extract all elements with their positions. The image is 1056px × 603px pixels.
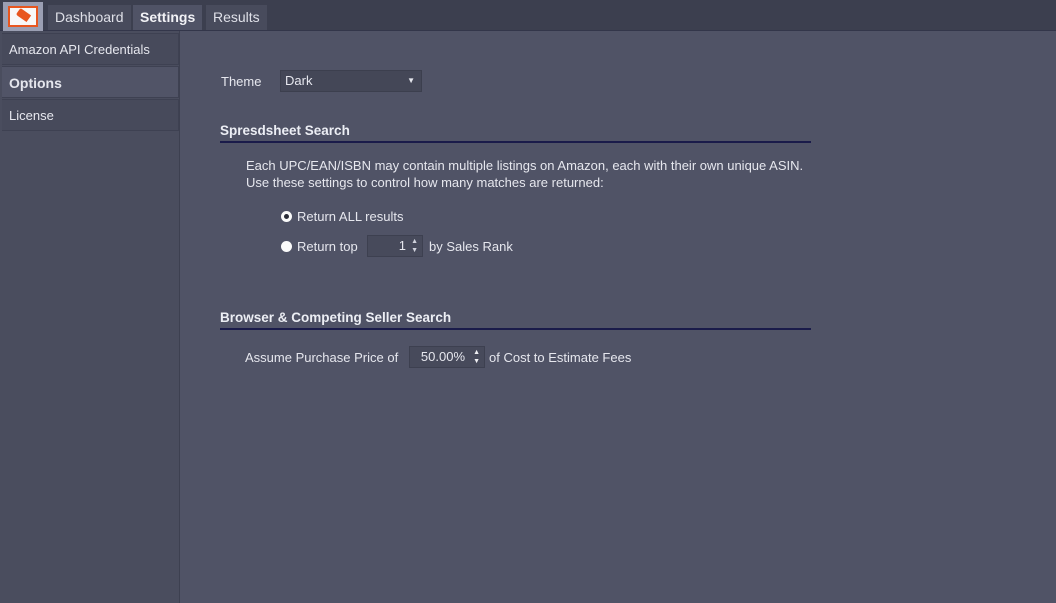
spreadsheet-description-line2: Use these settings to control how many m… — [246, 175, 604, 190]
return-all-radio[interactable] — [281, 211, 292, 222]
spinner-arrows-icon[interactable]: ▲ ▼ — [473, 348, 480, 366]
tab-results[interactable]: Results — [206, 5, 267, 30]
section-divider — [220, 141, 811, 143]
tab-settings[interactable]: Settings — [133, 5, 203, 30]
return-top-label[interactable]: Return top — [297, 239, 358, 254]
sidebar-item-options[interactable]: Options — [2, 66, 179, 98]
top-count-value: 1 — [398, 238, 406, 253]
price-tag-icon — [8, 6, 38, 27]
theme-label: Theme — [221, 74, 262, 89]
app-logo[interactable] — [3, 2, 43, 31]
purchase-price-spinner[interactable]: 50.00% ▲ ▼ — [409, 346, 485, 368]
top-count-spinner[interactable]: 1 ▲ ▼ — [367, 235, 423, 257]
spinner-arrows-icon[interactable]: ▲ ▼ — [411, 237, 418, 255]
settings-sidebar: Amazon API Credentials Options License — [0, 31, 180, 603]
spreadsheet-search-heading: Spresdsheet Search — [220, 123, 350, 138]
dropdown-arrow-icon: ▼ — [407, 76, 415, 85]
return-top-radio[interactable] — [281, 241, 292, 252]
sales-rank-label: by Sales Rank — [429, 239, 513, 254]
browser-search-heading: Browser & Competing Seller Search — [220, 310, 452, 325]
purchase-price-label: Assume Purchase Price of — [245, 350, 399, 365]
return-all-label[interactable]: Return ALL results — [297, 209, 403, 224]
sidebar-item-amazon-api-credentials[interactable]: Amazon API Credentials — [2, 33, 179, 65]
theme-select-value: Dark — [285, 73, 313, 88]
top-tab-bar: Dashboard Settings Results — [0, 0, 1056, 31]
spreadsheet-description-line1: Each UPC/EAN/ISBN may contain multiple l… — [246, 158, 804, 173]
tab-dashboard[interactable]: Dashboard — [48, 5, 131, 30]
purchase-price-value: 50.00% — [420, 349, 465, 364]
section-divider — [220, 328, 811, 330]
sidebar-item-license[interactable]: License — [2, 99, 179, 131]
estimate-fees-label: of Cost to Estimate Fees — [489, 350, 632, 365]
theme-select[interactable]: Dark ▼ — [280, 70, 422, 92]
